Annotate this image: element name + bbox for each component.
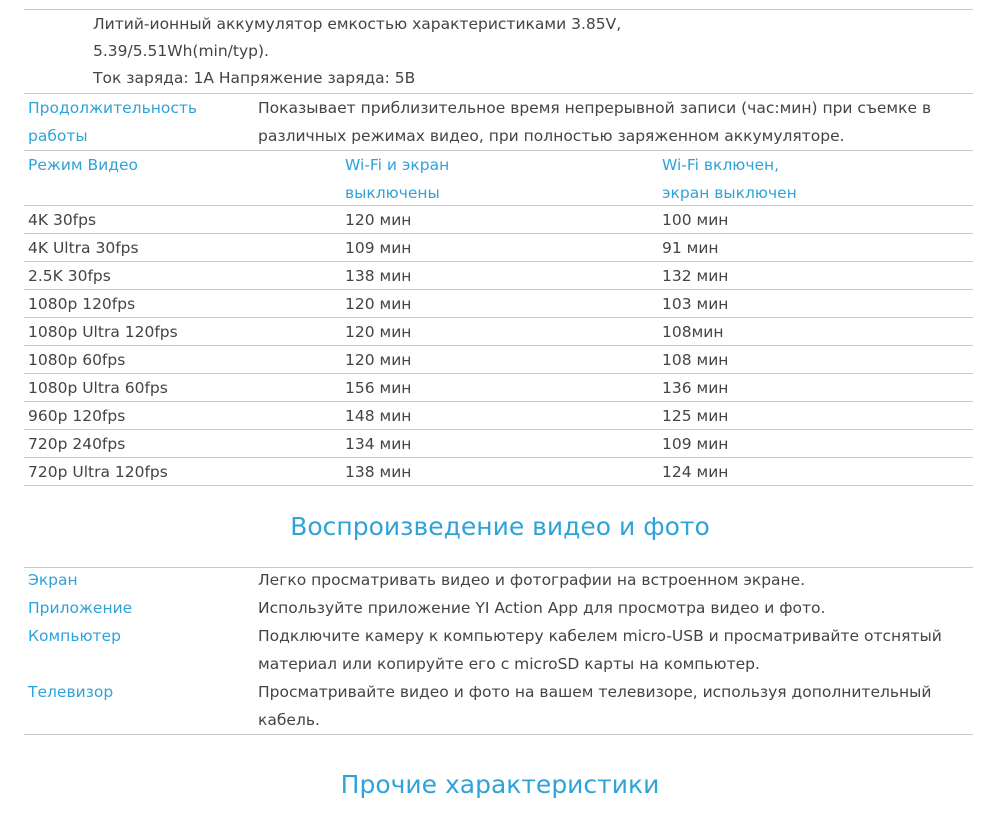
playback-item-desc-line: Просматривайте видео и фото на вашем тел… [258, 683, 932, 701]
playback-item-label: Телевизор [28, 683, 114, 701]
table-cell-mode: 1080p 60fps [28, 351, 126, 369]
divider [24, 734, 973, 735]
table-row-divider [24, 429, 973, 430]
playback-item-label: Приложение [28, 599, 133, 617]
col-header-off-line-2: выключены [345, 184, 440, 202]
table-cell-mode: 1080p Ultra 60fps [28, 379, 168, 397]
table-cell-wifi-on: 100 мин [662, 211, 729, 229]
col-header-on-line-1: Wi-Fi включен, [662, 156, 780, 174]
duration-label-line-2: работы [28, 127, 88, 145]
table-cell-wifi-on: 108мин [662, 323, 724, 341]
table-cell-mode: 720p Ultra 120fps [28, 463, 168, 481]
duration-desc-line-2: различных режимах видео, при полностью з… [258, 127, 845, 145]
playback-item-desc-line: Подключите камеру к компьютеру кабелем m… [258, 627, 942, 645]
table-cell-mode: 4K 30fps [28, 211, 97, 229]
table-cell-wifi-off: 120 мин [345, 323, 412, 341]
table-cell-wifi-on: 132 мин [662, 267, 729, 285]
divider [24, 150, 973, 151]
playback-item-desc-line: Легко просматривать видео и фотографии н… [258, 571, 806, 589]
table-row-divider [24, 485, 973, 486]
table-cell-wifi-off: 134 мин [345, 435, 412, 453]
playback-item-label: Экран [28, 571, 78, 589]
col-header-off-line-1: Wi-Fi и экран [345, 156, 450, 174]
battery-line-1: Литий-ионный аккумулятор емкостью характ… [93, 15, 622, 33]
table-cell-wifi-off: 156 мин [345, 379, 412, 397]
table-cell-wifi-off: 138 мин [345, 463, 412, 481]
table-cell-wifi-off: 148 мин [345, 407, 412, 425]
duration-desc-line-1: Показывает приблизительное время непреры… [258, 99, 932, 117]
col-header-mode: Режим Видео [28, 156, 138, 174]
table-cell-mode: 1080p Ultra 120fps [28, 323, 178, 341]
table-cell-wifi-off: 109 мин [345, 239, 412, 257]
table-cell-wifi-off: 120 мин [345, 351, 412, 369]
table-cell-wifi-on: 108 мин [662, 351, 729, 369]
table-cell-wifi-on: 91 мин [662, 239, 719, 257]
table-cell-mode: 4K Ultra 30fps [28, 239, 139, 257]
section-heading-playback: Воспроизведение видео и фото [290, 512, 710, 541]
table-cell-wifi-on: 109 мин [662, 435, 729, 453]
table-cell-wifi-off: 120 мин [345, 295, 412, 313]
battery-line-3: Ток заряда: 1A Напряжение заряда: 5B [93, 69, 416, 87]
table-cell-mode: 720p 240fps [28, 435, 126, 453]
table-cell-wifi-on: 124 мин [662, 463, 729, 481]
table-row-divider [24, 289, 973, 290]
playback-item-desc-line: Используйте приложение YI Action App для… [258, 599, 826, 617]
divider [24, 205, 973, 206]
battery-line-2: 5.39/5.51Wh(min/typ). [93, 42, 269, 60]
duration-label-line-1: Продолжительность [28, 99, 198, 117]
section-heading-other: Прочие характеристики [340, 770, 660, 799]
table-row-divider [24, 233, 973, 234]
playback-item-desc-line: материал или копируйте его с microSD кар… [258, 655, 760, 673]
table-cell-mode: 960p 120fps [28, 407, 126, 425]
table-row-divider [24, 401, 973, 402]
col-header-on-line-2: экран выключен [662, 184, 797, 202]
table-row-divider [24, 345, 973, 346]
playback-item-desc-line: кабель. [258, 711, 320, 729]
table-cell-wifi-on: 125 мин [662, 407, 729, 425]
table-cell-wifi-on: 136 мин [662, 379, 729, 397]
table-cell-wifi-on: 103 мин [662, 295, 729, 313]
table-row-divider [24, 261, 973, 262]
table-cell-wifi-off: 120 мин [345, 211, 412, 229]
spec-sheet: Литий-ионный аккумулятор емкостью характ… [0, 0, 1000, 816]
table-cell-wifi-off: 138 мин [345, 267, 412, 285]
playback-item-label: Компьютер [28, 627, 121, 645]
table-cell-mode: 1080p 120fps [28, 295, 136, 313]
table-cell-mode: 2.5K 30fps [28, 267, 111, 285]
